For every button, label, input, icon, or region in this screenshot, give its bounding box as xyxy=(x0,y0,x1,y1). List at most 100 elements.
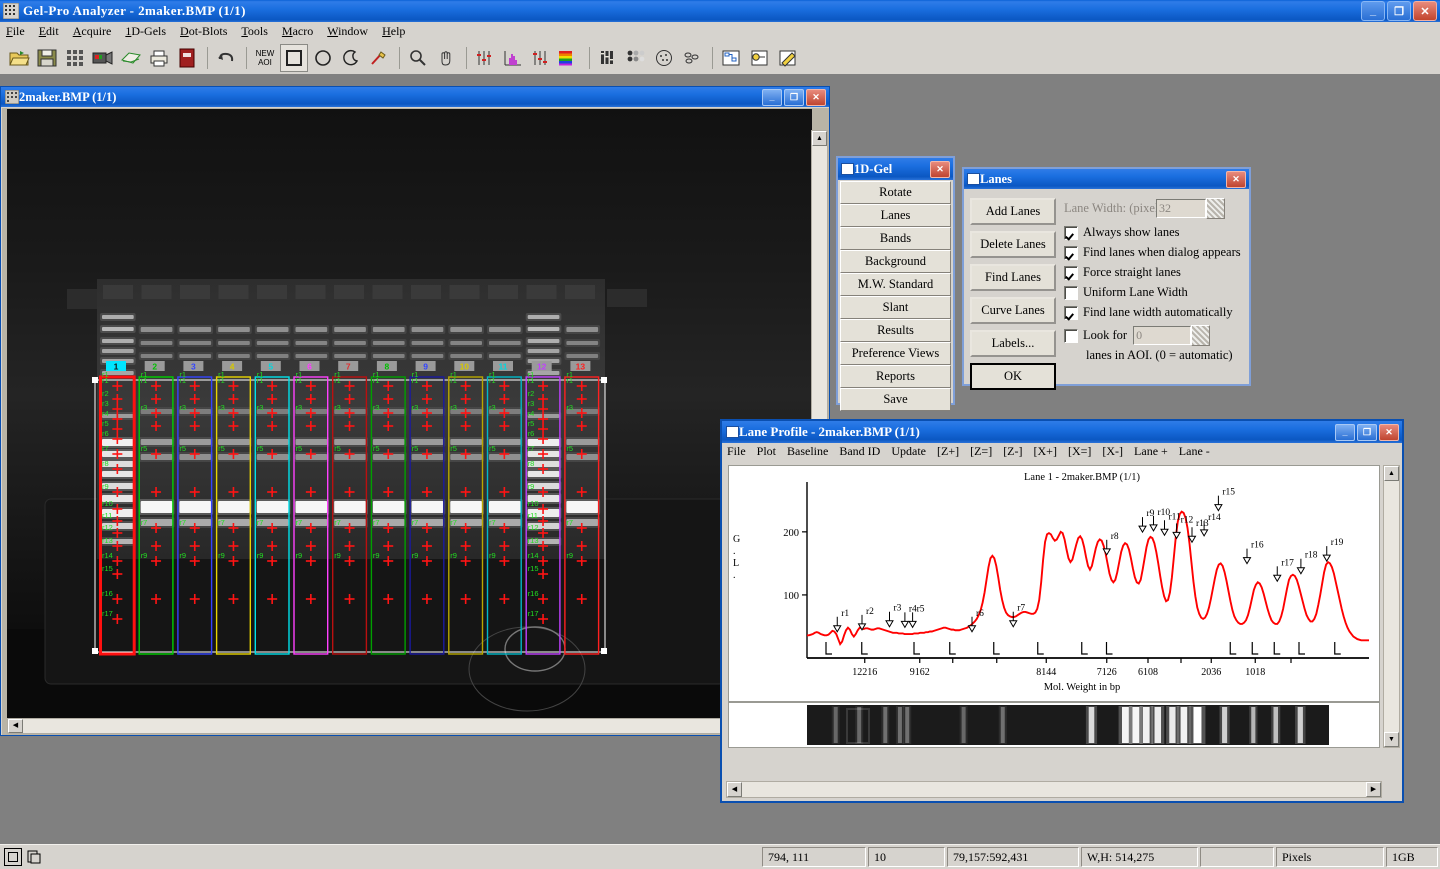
lane-width-spinner[interactable] xyxy=(1206,198,1225,219)
scanner-icon[interactable] xyxy=(118,45,144,71)
scroll-left-arrow[interactable]: ◀ xyxy=(8,719,23,733)
lp-menu-plot[interactable]: Plot xyxy=(757,444,776,459)
gel-dialog-button-bands[interactable]: Bands xyxy=(840,227,951,250)
lanes-button-add-lanes[interactable]: Add Lanes xyxy=(970,198,1056,225)
scroll-up-arrow[interactable]: ▲ xyxy=(812,131,827,146)
save-icon[interactable] xyxy=(34,45,60,71)
annotate-icon[interactable] xyxy=(774,45,800,71)
lanes-checkbox-look-for[interactable]: Look for 0 xyxy=(1064,325,1241,346)
colony-count-icon[interactable] xyxy=(651,45,677,71)
gel-dialog-button-rotate[interactable]: Rotate xyxy=(840,181,951,204)
open-icon[interactable] xyxy=(6,45,32,71)
lp-scroll-up-arrow[interactable]: ▲ xyxy=(1384,466,1399,481)
rect-aoi-icon[interactable] xyxy=(280,44,308,72)
app-menu-window[interactable]: Window xyxy=(327,24,368,39)
lanes-checkbox-find-lane-width-automatically[interactable]: Find lane width automatically xyxy=(1064,305,1241,320)
checkbox-force-straight-lanes[interactable] xyxy=(1064,265,1078,280)
lp-scroll-right-arrow[interactable]: ▶ xyxy=(1366,782,1381,797)
app-menu-edit[interactable]: Edit xyxy=(39,24,59,39)
app-menu-dot-blots[interactable]: Dot-Blots xyxy=(180,24,227,39)
restore-button[interactable]: ❐ xyxy=(1387,1,1411,21)
irregular-aoi-icon[interactable] xyxy=(338,45,364,71)
levels-icon[interactable] xyxy=(528,45,554,71)
checkbox-uniform-lane-width[interactable] xyxy=(1064,285,1078,300)
lp-menu-lane--[interactable]: Lane - xyxy=(1179,444,1210,459)
undo-icon[interactable] xyxy=(213,45,239,71)
lanes-button-find-lanes[interactable]: Find Lanes xyxy=(970,264,1056,291)
gel-dialog-button-lanes[interactable]: Lanes xyxy=(840,204,951,227)
lp-menu-file[interactable]: File xyxy=(727,444,746,459)
minimize-button[interactable]: _ xyxy=(1361,1,1385,21)
gel-dialog-button-m-w-standard[interactable]: M.W. Standard xyxy=(840,273,951,296)
lp-scroll-left-arrow[interactable]: ◀ xyxy=(727,782,742,797)
look-for-spinner[interactable] xyxy=(1191,325,1211,346)
freehand-aoi-icon[interactable] xyxy=(366,45,392,71)
checkbox-look-for[interactable] xyxy=(1064,328,1078,343)
close-button[interactable]: ✕ xyxy=(1413,1,1437,21)
checkbox-find-lane-width-automatically[interactable] xyxy=(1064,305,1078,320)
lane-profile-horizontal-scrollbar[interactable]: ◀ ▶ xyxy=(726,781,1382,798)
dot-blot-icon[interactable] xyxy=(623,45,649,71)
grid-icon[interactable] xyxy=(62,45,88,71)
lp-menu--x=-[interactable]: [X=] xyxy=(1068,444,1091,459)
macro-icon[interactable] xyxy=(718,45,744,71)
gel-minimize-button[interactable]: _ xyxy=(762,88,782,106)
lanes-checkbox-always-show-lanes[interactable]: Always show lanes xyxy=(1064,225,1241,240)
lp-scroll-down-arrow[interactable]: ▼ xyxy=(1384,732,1399,747)
gel-dialog-button-background[interactable]: Background xyxy=(840,250,951,273)
lanes-close-button[interactable]: ✕ xyxy=(1226,170,1246,188)
lane-profile-plot[interactable]: Lane 1 - 2maker.BMP (1/1) 100 200 G. L. 12216… xyxy=(728,465,1380,702)
app-menu-acquire[interactable]: Acquire xyxy=(73,24,112,39)
new-aoi-icon[interactable]: NEW AOI xyxy=(252,45,278,71)
histogram-icon[interactable] xyxy=(500,45,526,71)
lanes-button-delete-lanes[interactable]: Delete Lanes xyxy=(970,231,1056,258)
gel-dialog-button-results[interactable]: Results xyxy=(840,319,951,342)
lp-menu--z=-[interactable]: [Z=] xyxy=(970,444,992,459)
gel-dialog-button-preference-views[interactable]: Preference Views xyxy=(840,342,951,365)
lp-menu-lane-+[interactable]: Lane + xyxy=(1134,444,1168,459)
gel-dialog-button-save[interactable]: Save xyxy=(840,388,951,411)
app-menu-tools[interactable]: Tools xyxy=(241,24,268,39)
book-icon[interactable] xyxy=(174,45,200,71)
lanes-button-ok[interactable]: OK xyxy=(970,363,1056,390)
lp-menu--x+-[interactable]: [X+] xyxy=(1034,444,1057,459)
app-menu-file[interactable]: File xyxy=(6,24,25,39)
lp-menu-update[interactable]: Update xyxy=(891,444,926,459)
lp-menu-baseline[interactable]: Baseline xyxy=(787,444,828,459)
gel-dialog-button-slant[interactable]: Slant xyxy=(840,296,951,319)
ellipse-aoi-icon[interactable] xyxy=(310,45,336,71)
look-for-count-input[interactable]: 0 xyxy=(1133,326,1192,345)
lp-menu--x--[interactable]: [X-] xyxy=(1102,444,1123,459)
gel-image-canvas[interactable]: 1 2 3 4 5 6 7 8 9 10 11 12 13 r1 r2 r3 r4 r5 r6 r7 r8 r9 r10 r1… xyxy=(7,109,812,721)
lane-profile-minimize-button[interactable]: _ xyxy=(1335,423,1355,441)
gel-dialog-button-reports[interactable]: Reports xyxy=(840,365,951,388)
zoom-icon[interactable] xyxy=(405,45,431,71)
print-icon[interactable] xyxy=(146,45,172,71)
lane-profile-vertical-scrollbar[interactable]: ▲ ▼ xyxy=(1383,465,1400,748)
gel-horizontal-scrollbar[interactable]: ◀ ▶ xyxy=(7,718,812,734)
contrast-icon[interactable] xyxy=(472,45,498,71)
gel-close-button[interactable]: ✕ xyxy=(806,88,826,106)
camera-icon[interactable] xyxy=(90,45,116,71)
1d-gel-close-button[interactable]: ✕ xyxy=(930,160,950,178)
lp-menu--z+-[interactable]: [Z+] xyxy=(937,444,959,459)
select-tool-icon[interactable] xyxy=(4,848,22,866)
lut-color-icon[interactable] xyxy=(556,45,582,71)
lanes-checkbox-uniform-lane-width[interactable]: Uniform Lane Width xyxy=(1064,285,1241,300)
gel-image[interactable]: 1 2 3 4 5 6 7 8 9 10 11 12 13r1r2r3r4r5r6r7r8r9r10r1… xyxy=(7,109,812,721)
app-menu-macro[interactable]: Macro xyxy=(282,24,313,39)
checkbox-find-lanes-when-dialog-appears[interactable] xyxy=(1064,245,1078,260)
checkbox-always-show-lanes[interactable] xyxy=(1064,225,1078,240)
lanes-button-labels[interactable]: Labels... xyxy=(970,330,1056,357)
app-menu-1d-gels[interactable]: 1D-Gels xyxy=(125,24,166,39)
script-icon[interactable] xyxy=(746,45,772,71)
lane-profile-restore-button[interactable]: ❐ xyxy=(1357,423,1377,441)
lp-menu--z--[interactable]: [Z-] xyxy=(1003,444,1022,459)
gel-restore-button[interactable]: ❐ xyxy=(784,88,804,106)
lane-width-input[interactable]: 32 xyxy=(1156,199,1206,218)
lanes-checkbox-find-lanes-when-dialog-appears[interactable]: Find lanes when dialog appears xyxy=(1064,245,1241,260)
lanes-button-curve-lanes[interactable]: Curve Lanes xyxy=(970,297,1056,324)
page-tool-icon[interactable] xyxy=(26,849,42,865)
1d-gel-icon[interactable] xyxy=(595,45,621,71)
object-count-icon[interactable] xyxy=(679,45,705,71)
